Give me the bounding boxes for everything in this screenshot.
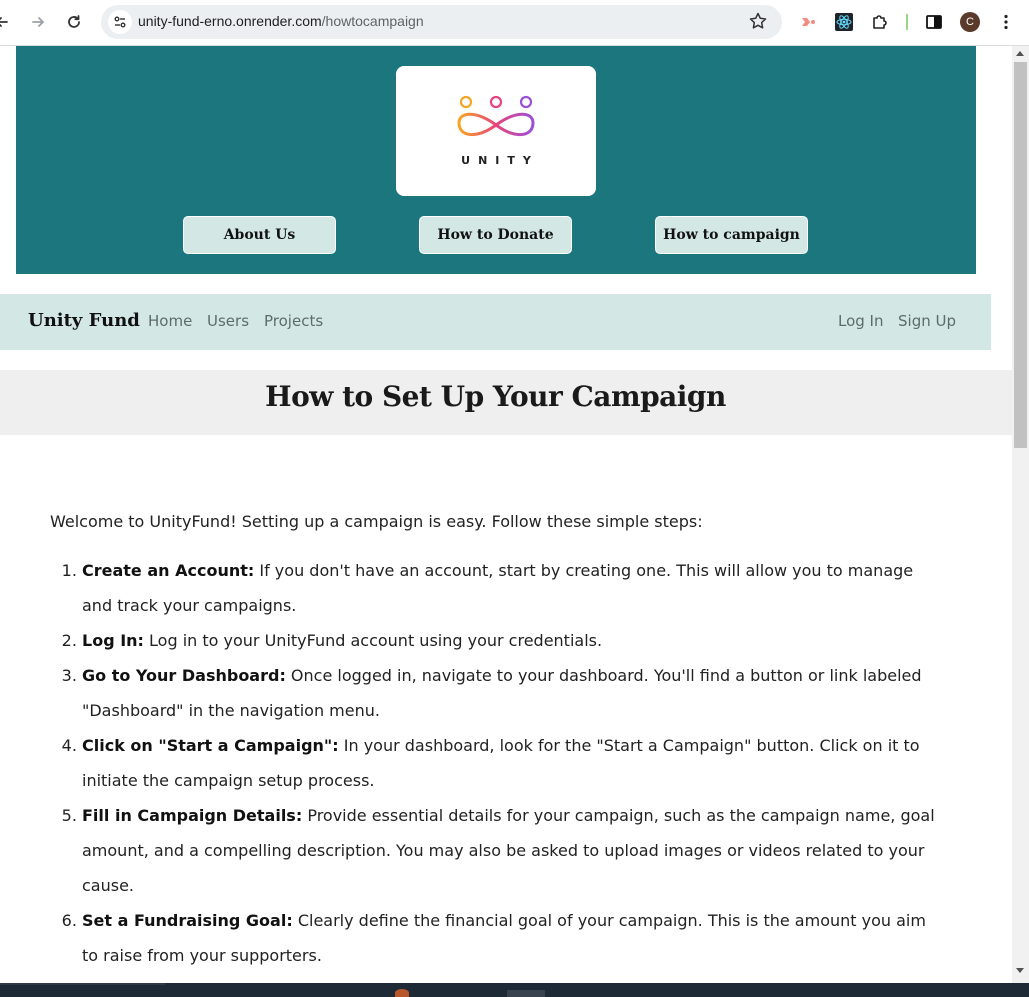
browser-toolbar: unity-fund-erno.onrender.com/howtocampai… (0, 0, 1029, 46)
scroll-up-arrow-icon[interactable] (1016, 51, 1024, 56)
list-item: Go to Your Dashboard: Once logged in, na… (82, 658, 940, 728)
nav-link-projects[interactable]: Projects (264, 312, 323, 330)
extension-pointer-button[interactable] (797, 11, 819, 33)
bookmark-star-button[interactable] (748, 11, 768, 35)
url-host: unity-fund-erno.onrender.com (138, 13, 322, 29)
os-taskbar (0, 983, 1029, 997)
intro-paragraph: Welcome to UnityFund! Setting up a campa… (50, 512, 703, 531)
step-heading: Create an Account: (82, 561, 255, 580)
reload-button[interactable] (60, 8, 88, 36)
main-navbar: Unity Fund Home Users Projects Log In Si… (0, 294, 991, 350)
step-heading: Set a Fundraising Goal: (82, 911, 293, 930)
pointer-extension-icon (802, 18, 815, 26)
taskbar-highlight (0, 983, 165, 985)
logo-wordmark: UNITY (461, 154, 539, 167)
scrollbar-thumb[interactable] (1014, 62, 1027, 448)
react-icon (835, 13, 853, 31)
about-us-button[interactable]: About Us (183, 216, 336, 254)
steps-list: Create an Account: If you don't have an … (82, 553, 940, 973)
forward-button[interactable] (24, 8, 52, 36)
extensions-button[interactable] (869, 11, 891, 33)
step-heading: Fill in Campaign Details: (82, 806, 303, 825)
nav-link-users[interactable]: Users (207, 312, 249, 330)
address-bar[interactable]: unity-fund-erno.onrender.com/howtocampai… (101, 5, 782, 39)
back-arrow-icon (0, 17, 8, 27)
page-title-band: How to Set Up Your Campaign (0, 370, 1012, 435)
list-item: Create an Account: If you don't have an … (82, 553, 940, 623)
browser-menu-button[interactable] (995, 11, 1017, 33)
url-path: /howtocampaign (321, 13, 424, 29)
extension-react-button[interactable] (833, 11, 855, 33)
kebab-menu-icon (1004, 14, 1008, 30)
puzzle-icon (873, 15, 887, 29)
how-to-donate-button[interactable]: How to Donate (419, 216, 572, 254)
tune-icon (114, 16, 126, 28)
page-title: How to Set Up Your Campaign (265, 380, 726, 413)
step-heading: Click on "Start a Campaign": (82, 736, 339, 755)
side-panel-icon (926, 15, 942, 29)
list-item: Log In: Log in to your UnityFund account… (82, 623, 940, 658)
page-scrollbar[interactable] (1012, 46, 1029, 983)
url-text: unity-fund-erno.onrender.com/howtocampai… (138, 13, 424, 29)
list-item: Set a Fundraising Goal: Clearly define t… (82, 903, 940, 973)
toolbar-divider (906, 14, 908, 30)
list-item: Click on "Start a Campaign": In your das… (82, 728, 940, 798)
hero-header: UNITY About Us How to Donate How to camp… (16, 46, 976, 274)
step-heading: Go to Your Dashboard: (82, 666, 286, 685)
star-icon (749, 12, 767, 29)
list-item: Fill in Campaign Details: Provide essent… (82, 798, 940, 903)
nav-link-sign-up[interactable]: Sign Up (898, 312, 956, 330)
reload-icon (68, 15, 80, 28)
unity-logo-card[interactable]: UNITY (396, 66, 596, 196)
profile-avatar[interactable]: C (960, 12, 980, 32)
step-text: Log in to your UnityFund account using y… (143, 631, 603, 650)
nav-link-home[interactable]: Home (148, 312, 192, 330)
unity-logo-icon (457, 95, 535, 136)
step-heading: Log In: (82, 631, 144, 650)
forward-arrow-icon (32, 17, 44, 27)
page-viewport: UNITY About Us How to Donate How to camp… (0, 46, 1012, 983)
page-content: Welcome to UnityFund! Setting up a campa… (50, 510, 940, 973)
taskbar-app-icon[interactable] (395, 989, 409, 997)
how-to-campaign-button[interactable]: How to campaign (655, 216, 808, 254)
taskbar-app-icon[interactable] (507, 990, 545, 997)
site-info-button[interactable] (108, 10, 132, 34)
scroll-down-arrow-icon[interactable] (1016, 968, 1024, 973)
nav-link-log-in[interactable]: Log In (838, 312, 884, 330)
navbar-brand[interactable]: Unity Fund (28, 310, 140, 331)
back-button[interactable] (0, 8, 16, 36)
side-panel-button[interactable] (923, 11, 945, 33)
